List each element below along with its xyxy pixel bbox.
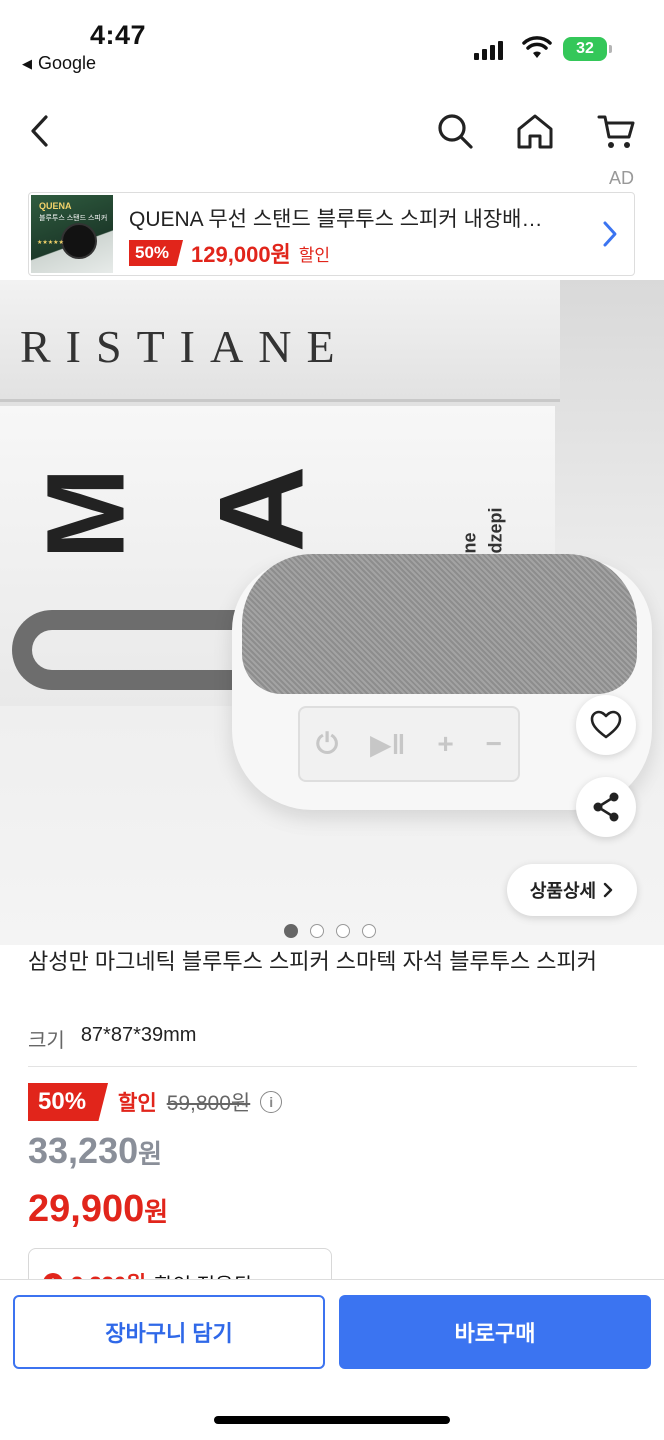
regular-price-value: 33,230 bbox=[28, 1130, 139, 1171]
minus-symbol-icon: − bbox=[485, 728, 503, 759]
heart-icon bbox=[590, 710, 622, 739]
top-nav bbox=[0, 96, 664, 166]
wishlist-button[interactable] bbox=[576, 695, 636, 755]
product-detail-button[interactable]: 상품상세 bbox=[507, 864, 637, 916]
ad-thumb-brand: QUENA bbox=[39, 201, 72, 211]
book-letter-a: A bbox=[194, 465, 329, 553]
ad-title: QUENA 무선 스탠드 블루투스 스피커 내장배… bbox=[129, 208, 543, 231]
cart-icon bbox=[597, 115, 635, 148]
currency-unit: 원 bbox=[144, 1197, 169, 1227]
ad-discount-label: 할인 bbox=[298, 245, 331, 265]
bottom-action-bar: 장바구니 담기 바로구매 bbox=[0, 1279, 664, 1440]
currency-unit: 원 bbox=[138, 1139, 163, 1169]
battery-icon: 32 bbox=[563, 37, 612, 61]
signal-icon bbox=[474, 40, 503, 60]
wifi-icon bbox=[522, 36, 552, 58]
product-spec: 크기 87*87*39mm bbox=[28, 1024, 196, 1053]
home-button[interactable] bbox=[510, 106, 560, 156]
product-image-carousel[interactable]: RISTIANE M A Rene Redzepi ⏻ ▶‖ + − bbox=[0, 280, 664, 945]
ad-speaker-image bbox=[61, 223, 97, 259]
product-title: 삼성만 마그네틱 블루투스 스피커 스마텍 자석 블루투스 스피커 bbox=[28, 949, 598, 974]
ad-thumbnail: QUENA 블루투스 스탠드 스피커 ★★★★★ bbox=[31, 195, 113, 273]
back-triangle-icon: ◀ bbox=[22, 55, 32, 71]
speaker-grill bbox=[242, 554, 637, 694]
carousel-dot[interactable] bbox=[310, 924, 324, 938]
original-price: 59,800원 bbox=[166, 1092, 251, 1115]
book-image-top: RISTIANE bbox=[0, 280, 560, 402]
spec-label: 크기 bbox=[28, 1030, 65, 1052]
cart-button[interactable] bbox=[592, 106, 642, 156]
back-icon bbox=[31, 115, 48, 147]
regular-price: 33,230원 bbox=[28, 1130, 162, 1172]
chevron-right-icon bbox=[603, 221, 617, 247]
ad-discount-badge: 50% bbox=[129, 240, 184, 266]
ad-thumb-sub: 블루투스 스탠드 스피커 bbox=[39, 215, 108, 222]
home-icon bbox=[517, 114, 553, 149]
back-to-app-link[interactable]: ◀ Google bbox=[22, 53, 96, 74]
divider bbox=[28, 1066, 637, 1067]
plus-symbol-icon: + bbox=[437, 728, 454, 759]
book-title-text: RISTIANE bbox=[20, 321, 350, 372]
speaker-image: ⏻ ▶‖ + − bbox=[232, 554, 652, 810]
battery-level: 32 bbox=[576, 40, 594, 57]
ad-price-row: 50% 129,000원 할인 bbox=[129, 237, 330, 269]
ad-banner[interactable]: QUENA 블루투스 스탠드 스피커 ★★★★★ QUENA 무선 스탠드 블루… bbox=[28, 192, 635, 276]
ad-price: 129,000원 bbox=[191, 242, 291, 267]
sale-price-value: 29,900 bbox=[28, 1188, 145, 1230]
book-letter-m: M bbox=[24, 467, 148, 560]
share-icon bbox=[593, 792, 619, 822]
discount-label: 할인 bbox=[118, 1092, 157, 1115]
buy-now-button[interactable]: 바로구매 bbox=[339, 1295, 651, 1369]
back-button[interactable] bbox=[15, 106, 65, 156]
carousel-dot[interactable] bbox=[362, 924, 376, 938]
status-bar: 4:47 ◀ Google 32 bbox=[0, 0, 664, 86]
play-pause-symbol-icon: ▶‖ bbox=[370, 728, 406, 760]
chevron-right-icon bbox=[603, 882, 613, 898]
info-icon[interactable]: i bbox=[260, 1091, 283, 1113]
discount-badge: 50% bbox=[28, 1083, 109, 1121]
search-icon bbox=[438, 114, 473, 149]
product-detail-label: 상품상세 bbox=[529, 881, 597, 901]
back-app-label: Google bbox=[38, 53, 97, 73]
status-time: 4:47 bbox=[90, 20, 147, 50]
ad-stars: ★★★★★ bbox=[37, 240, 64, 246]
discount-row: 50% 할인 59,800원 i bbox=[28, 1083, 283, 1121]
speaker-control-panel: ⏻ ▶‖ + − bbox=[298, 706, 520, 782]
search-button[interactable] bbox=[430, 106, 480, 156]
home-indicator bbox=[214, 1416, 450, 1424]
share-button[interactable] bbox=[576, 777, 636, 837]
carousel-dot[interactable] bbox=[336, 924, 350, 938]
carousel-indicator bbox=[284, 924, 376, 938]
ad-tag: AD bbox=[608, 168, 634, 188]
spec-value: 87*87*39mm bbox=[80, 1024, 197, 1046]
power-symbol-icon: ⏻ bbox=[315, 727, 339, 759]
sale-price: 29,900원 bbox=[28, 1188, 168, 1231]
add-to-cart-button[interactable]: 장바구니 담기 bbox=[13, 1295, 325, 1369]
carousel-dot[interactable] bbox=[284, 924, 298, 938]
